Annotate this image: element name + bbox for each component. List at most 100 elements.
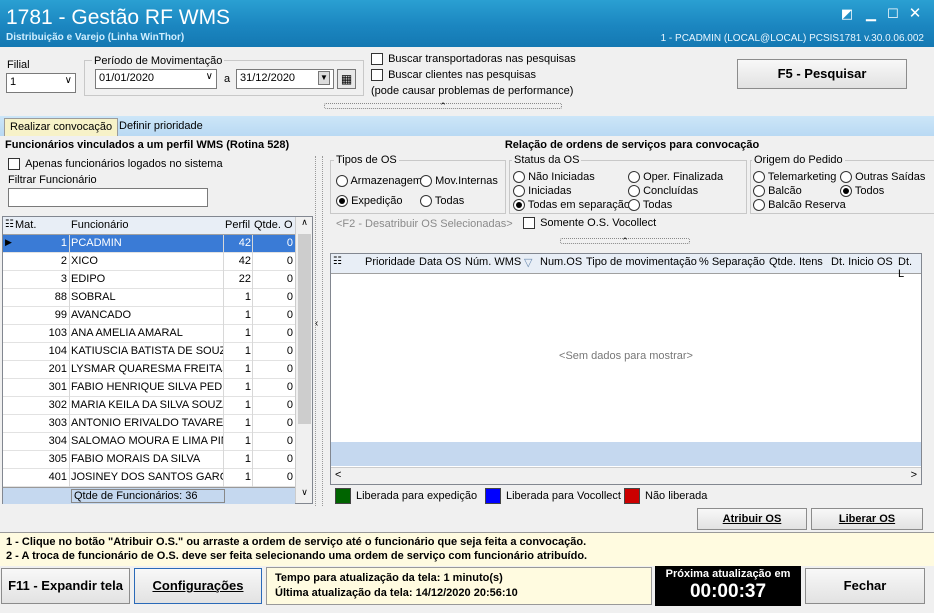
scroll-up-icon[interactable]: ∧ <box>296 217 313 233</box>
scroll-right-icon[interactable]: > <box>911 469 917 481</box>
status-iniciadas-option[interactable]: Iniciadas <box>513 185 571 198</box>
vocollect-checkbox[interactable] <box>523 217 535 230</box>
scroll-thumb[interactable] <box>298 234 311 424</box>
vocollect-option[interactable]: Somente O.S. Vocollect <box>523 217 656 230</box>
dropdown-arrow-icon[interactable]: ▼ <box>318 71 330 85</box>
status-todas-separacao-option[interactable]: Todas em separação <box>513 199 630 212</box>
tipo-todas-option[interactable]: Todas <box>420 195 464 208</box>
origem-outras-saidas-radio[interactable] <box>840 171 852 184</box>
table-row[interactable]: 302 MARIA KEILA DA SILVA SOUZA 1 0 <box>3 397 295 415</box>
col-num-wms[interactable]: Núm. WMS <box>465 256 521 268</box>
table-row[interactable]: 3 EDIPO 22 0 <box>3 271 295 289</box>
origem-telemarketing-option[interactable]: Telemarketing <box>753 171 836 184</box>
tipo-armazenagem-option[interactable]: Armazenagem <box>336 175 422 188</box>
column-chooser-icon[interactable]: ☷ <box>5 219 14 230</box>
splitter-handle[interactable]: ⌃ <box>324 102 562 111</box>
tipo-armazenagem-radio[interactable] <box>336 175 348 188</box>
col-prioridade[interactable]: Prioridade <box>365 256 415 268</box>
table-row[interactable]: 88 SOBRAL 1 0 <box>3 289 295 307</box>
cell-funcionario: MARIA KEILA DA SILVA SOUZA <box>71 399 223 411</box>
status-oper-finalizada-radio[interactable] <box>628 171 640 184</box>
table-row[interactable]: 305 FABIO MORAIS DA SILVA 1 0 <box>3 451 295 469</box>
col-dt-inicio-os[interactable]: Dt. Inicio OS <box>831 256 893 268</box>
filter-employee-input[interactable] <box>8 188 208 207</box>
minimize-icon[interactable]: ▁ <box>862 6 880 22</box>
chevron-left-icon[interactable]: ‹ <box>315 318 318 329</box>
right-splitter-handle[interactable]: ⌃ <box>560 237 690 246</box>
col-funcionario[interactable]: Funcionário <box>71 219 128 231</box>
origem-outras-saidas-option[interactable]: Outras Saídas <box>840 171 925 184</box>
status-todas-separacao-radio[interactable] <box>513 199 525 212</box>
calendar-icon[interactable]: ▦ <box>337 69 356 89</box>
filter-area: Filial 1 ∨ Período de Movimentação 01/01… <box>0 47 934 99</box>
origem-todos-option[interactable]: Todos <box>840 185 884 198</box>
scroll-down-icon[interactable]: ∨ <box>296 487 313 503</box>
tipo-movinternas-option[interactable]: Mov.Internas <box>420 175 498 188</box>
clientes-checkbox[interactable] <box>371 69 383 82</box>
atribuir-os-button[interactable]: Atribuir OS <box>697 508 807 530</box>
restore-icon[interactable]: ◩ <box>838 6 856 22</box>
close-button[interactable]: Fechar <box>805 568 925 604</box>
tab-definir-prioridade[interactable]: Definir prioridade <box>114 118 208 136</box>
table-row[interactable]: 401 JOSINEY DOS SANTOS GARCIA 1 0 <box>3 469 295 487</box>
origem-telemarketing-radio[interactable] <box>753 171 765 184</box>
tipo-movinternas-radio[interactable] <box>420 175 432 188</box>
table-row[interactable]: 304 SALOMAO MOURA E LIMA PINT 1 0 <box>3 433 295 451</box>
table-row[interactable]: 104 KATIUSCIA BATISTA DE SOUZA 1 0 <box>3 343 295 361</box>
table-row[interactable]: 103 ANA AMELIA AMARAL 1 0 <box>3 325 295 343</box>
date-from-input[interactable]: 01/01/2020 ∨ <box>95 69 217 89</box>
scroll-left-icon[interactable]: < <box>335 469 341 481</box>
config-button[interactable]: Configurações <box>134 568 262 604</box>
filter-icon[interactable]: ▽ <box>524 256 532 269</box>
status-oper-finalizada-option[interactable]: Oper. Finalizada <box>628 171 723 184</box>
employee-scrollbar[interactable]: ∧ ∨ <box>295 217 312 503</box>
tipo-expedicao-option[interactable]: Expedição <box>336 195 402 208</box>
date-to-input[interactable]: 31/12/2020 ▼ <box>236 69 334 89</box>
col-tipo-movimentacao[interactable]: Tipo de movimentação <box>586 256 697 268</box>
transportadoras-option[interactable]: Buscar transportadoras nas pesquisas <box>371 53 576 66</box>
logados-option[interactable]: Apenas funcionários logados no sistema <box>8 158 223 171</box>
table-row[interactable]: 201 LYSMAR QUARESMA FREITAS 1 0 <box>3 361 295 379</box>
filial-select[interactable]: 1 ∨ <box>6 73 76 93</box>
col-qtde-itens[interactable]: Qtde. Itens <box>769 256 823 268</box>
table-row[interactable]: 303 ANTONIO ERIVALDO TAVARES 1 0 <box>3 415 295 433</box>
origem-balcao-reserva-radio[interactable] <box>753 199 765 212</box>
table-row[interactable]: 301 FABIO HENRIQUE SILVA PEDRI 1 0 <box>3 379 295 397</box>
col-num-os[interactable]: Num.OS <box>540 256 582 268</box>
maximize-icon[interactable]: ☐ <box>884 6 902 22</box>
origem-balcao-reserva-option[interactable]: Balcão Reserva <box>753 199 846 212</box>
status-iniciadas-radio[interactable] <box>513 185 525 198</box>
status-todas-option[interactable]: Todas <box>628 199 672 212</box>
col-qtde[interactable]: Qtde. O <box>254 219 293 231</box>
expand-button[interactable]: F11 - Expandir tela <box>1 568 130 604</box>
liberar-os-button[interactable]: Liberar OS <box>811 508 923 530</box>
col-separacao[interactable]: % Separação <box>699 256 765 268</box>
tipo-todas-radio[interactable] <box>420 195 432 208</box>
vertical-splitter[interactable] <box>315 156 323 506</box>
clientes-option[interactable]: Buscar clientes nas pesquisas <box>371 69 536 82</box>
column-chooser-icon[interactable]: ☷ <box>333 256 342 267</box>
transportadoras-checkbox[interactable] <box>371 53 383 66</box>
col-data-os[interactable]: Data OS <box>419 256 461 268</box>
status-nao-iniciadas-radio[interactable] <box>513 171 525 184</box>
status-concluidas-option[interactable]: Concluídas <box>628 185 698 198</box>
col-dt-l[interactable]: Dt. L <box>898 256 921 280</box>
tab-realizar-convocacao[interactable]: Realizar convocação <box>4 118 119 136</box>
logados-checkbox[interactable] <box>8 158 20 171</box>
table-row[interactable]: 2 XICO 42 0 <box>3 253 295 271</box>
status-todas-radio[interactable] <box>628 199 640 212</box>
f2-desatribuir-link[interactable]: <F2 - Desatribuir OS Selecionadas> <box>336 218 513 230</box>
tipo-expedicao-radio[interactable] <box>336 195 348 208</box>
col-mat[interactable]: Mat. <box>15 219 36 231</box>
origem-balcao-option[interactable]: Balcão <box>753 185 802 198</box>
status-nao-iniciadas-option[interactable]: Não Iniciadas <box>513 171 595 184</box>
col-perfil[interactable]: Perfil <box>225 219 250 231</box>
table-row[interactable]: 99 AVANCADO 1 0 <box>3 307 295 325</box>
status-concluidas-radio[interactable] <box>628 185 640 198</box>
origem-balcao-radio[interactable] <box>753 185 765 198</box>
search-button[interactable]: F5 - Pesquisar <box>737 59 907 89</box>
table-row[interactable]: ▶ 1 PCADMIN 42 0 <box>3 235 295 253</box>
os-hscrollbar[interactable]: < > <box>331 467 921 484</box>
close-icon[interactable]: ✕ <box>906 6 924 22</box>
origem-todos-radio[interactable] <box>840 185 852 198</box>
